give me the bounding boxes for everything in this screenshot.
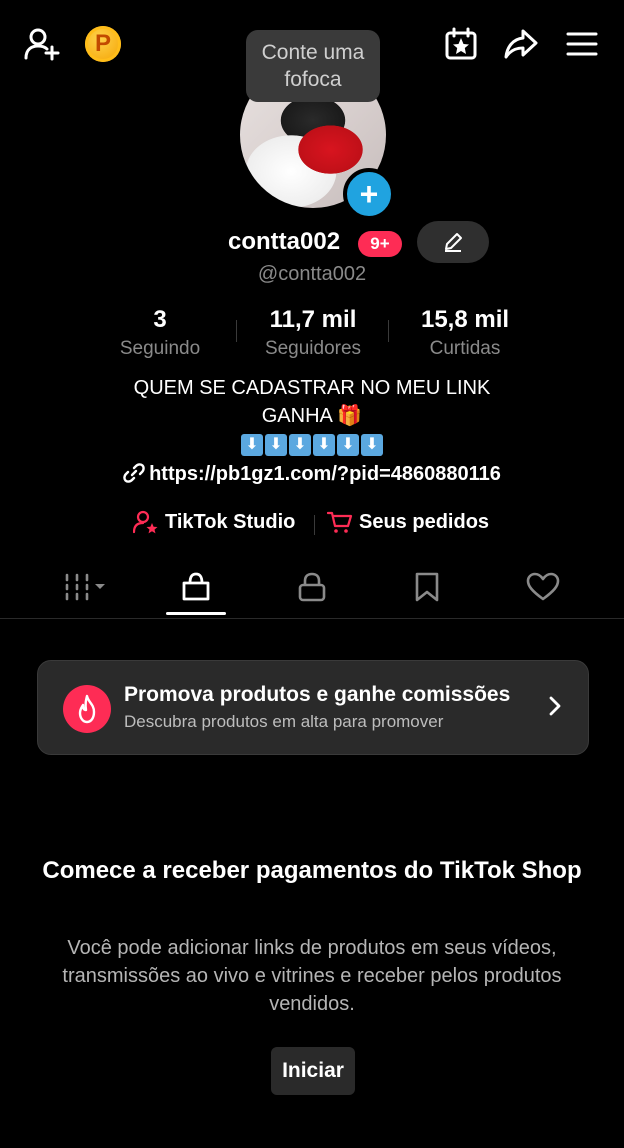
- person-star-icon: [133, 510, 159, 534]
- tab-liked[interactable]: [503, 558, 583, 616]
- promo-title: Promova produtos e ganhe comissões: [124, 683, 510, 707]
- arrow-down-icons: ⬇⬇⬇⬇⬇⬇: [240, 433, 384, 455]
- coin-letter: P: [85, 26, 121, 62]
- promote-products-card[interactable]: Promova produtos e ganhe comissões Descu…: [37, 660, 589, 755]
- stat-followers[interactable]: 11,7 mil Seguidores: [253, 306, 373, 360]
- tab-saved[interactable]: [387, 558, 467, 616]
- cta-title: Comece a receber pagamentos do TikTok Sh…: [40, 854, 584, 888]
- stat-value: 11,7 mil: [253, 306, 373, 334]
- handle: @contta002: [0, 263, 624, 286]
- share-icon[interactable]: [502, 26, 540, 62]
- cart-icon: [327, 510, 353, 534]
- bio-link[interactable]: https://pb1gz1.com/?pid=4860880116: [0, 462, 624, 486]
- stat-value: 3: [110, 306, 210, 334]
- bio-line2: GANHA 🎁: [0, 402, 624, 430]
- stat-following[interactable]: 3 Seguindo: [110, 306, 210, 360]
- orders-label: Seus pedidos: [359, 511, 489, 534]
- edit-profile-button[interactable]: [417, 221, 489, 263]
- menu-icon[interactable]: [564, 28, 600, 60]
- tiktok-studio-link[interactable]: TikTok Studio: [133, 510, 295, 534]
- tab-private[interactable]: [272, 558, 352, 616]
- arrow-down-icon: ⬇: [241, 434, 263, 456]
- add-story-plus-icon[interactable]: +: [343, 168, 395, 220]
- stat-label: Seguindo: [110, 338, 210, 360]
- chevron-right-icon: [548, 695, 562, 722]
- fire-icon: [63, 685, 111, 733]
- arrow-down-icon: ⬇: [337, 434, 359, 456]
- orders-link[interactable]: Seus pedidos: [327, 510, 489, 534]
- divider: [314, 515, 315, 535]
- profile-tab-bar: [0, 558, 624, 619]
- username: contta002: [228, 228, 340, 256]
- add-friend-icon[interactable]: [22, 26, 62, 62]
- notification-badge[interactable]: 9+: [358, 231, 402, 257]
- tab-shop[interactable]: [156, 558, 236, 616]
- heart-icon: [526, 572, 560, 602]
- stat-value: 15,8 mil: [405, 306, 525, 334]
- arrow-down-icon: ⬇: [289, 434, 311, 456]
- tiktok-studio-label: TikTok Studio: [165, 511, 295, 534]
- promo-subtitle: Descubra produtos em alta para promover: [124, 712, 443, 732]
- start-button[interactable]: Iniciar: [271, 1047, 355, 1095]
- active-tab-indicator: [166, 612, 226, 615]
- calendar-star-icon[interactable]: [442, 26, 480, 62]
- stat-likes[interactable]: 15,8 mil Curtidas: [405, 306, 525, 360]
- pencil-icon: [442, 231, 464, 253]
- divider: [388, 320, 389, 342]
- stat-label: Curtidas: [405, 338, 525, 360]
- story-tooltip[interactable]: Conte uma fofoca: [246, 30, 380, 102]
- bio-arrows: ⬇⬇⬇⬇⬇⬇: [0, 430, 624, 458]
- cta-description: Você pode adicionar links de produtos em…: [60, 934, 564, 1018]
- divider: [236, 320, 237, 342]
- bio-link-text: https://pb1gz1.com/?pid=4860880116: [149, 463, 501, 485]
- tooltip-line1: Conte uma: [262, 39, 365, 66]
- arrow-down-icon: ⬇: [361, 434, 383, 456]
- arrow-down-icon: ⬇: [265, 434, 287, 456]
- tab-videos[interactable]: [46, 558, 126, 616]
- videos-grid-icon: [63, 572, 109, 602]
- shop-bag-icon: [180, 571, 212, 603]
- link-icon: [123, 462, 145, 484]
- bookmark-icon: [414, 571, 440, 603]
- coin-icon[interactable]: P: [85, 26, 121, 62]
- arrow-down-icon: ⬇: [313, 434, 335, 456]
- bio-line1: QUEM SE CADASTRAR NO MEU LINK: [0, 374, 624, 402]
- lock-icon: [297, 571, 327, 603]
- stat-label: Seguidores: [253, 338, 373, 360]
- tooltip-line2: fofoca: [284, 66, 341, 93]
